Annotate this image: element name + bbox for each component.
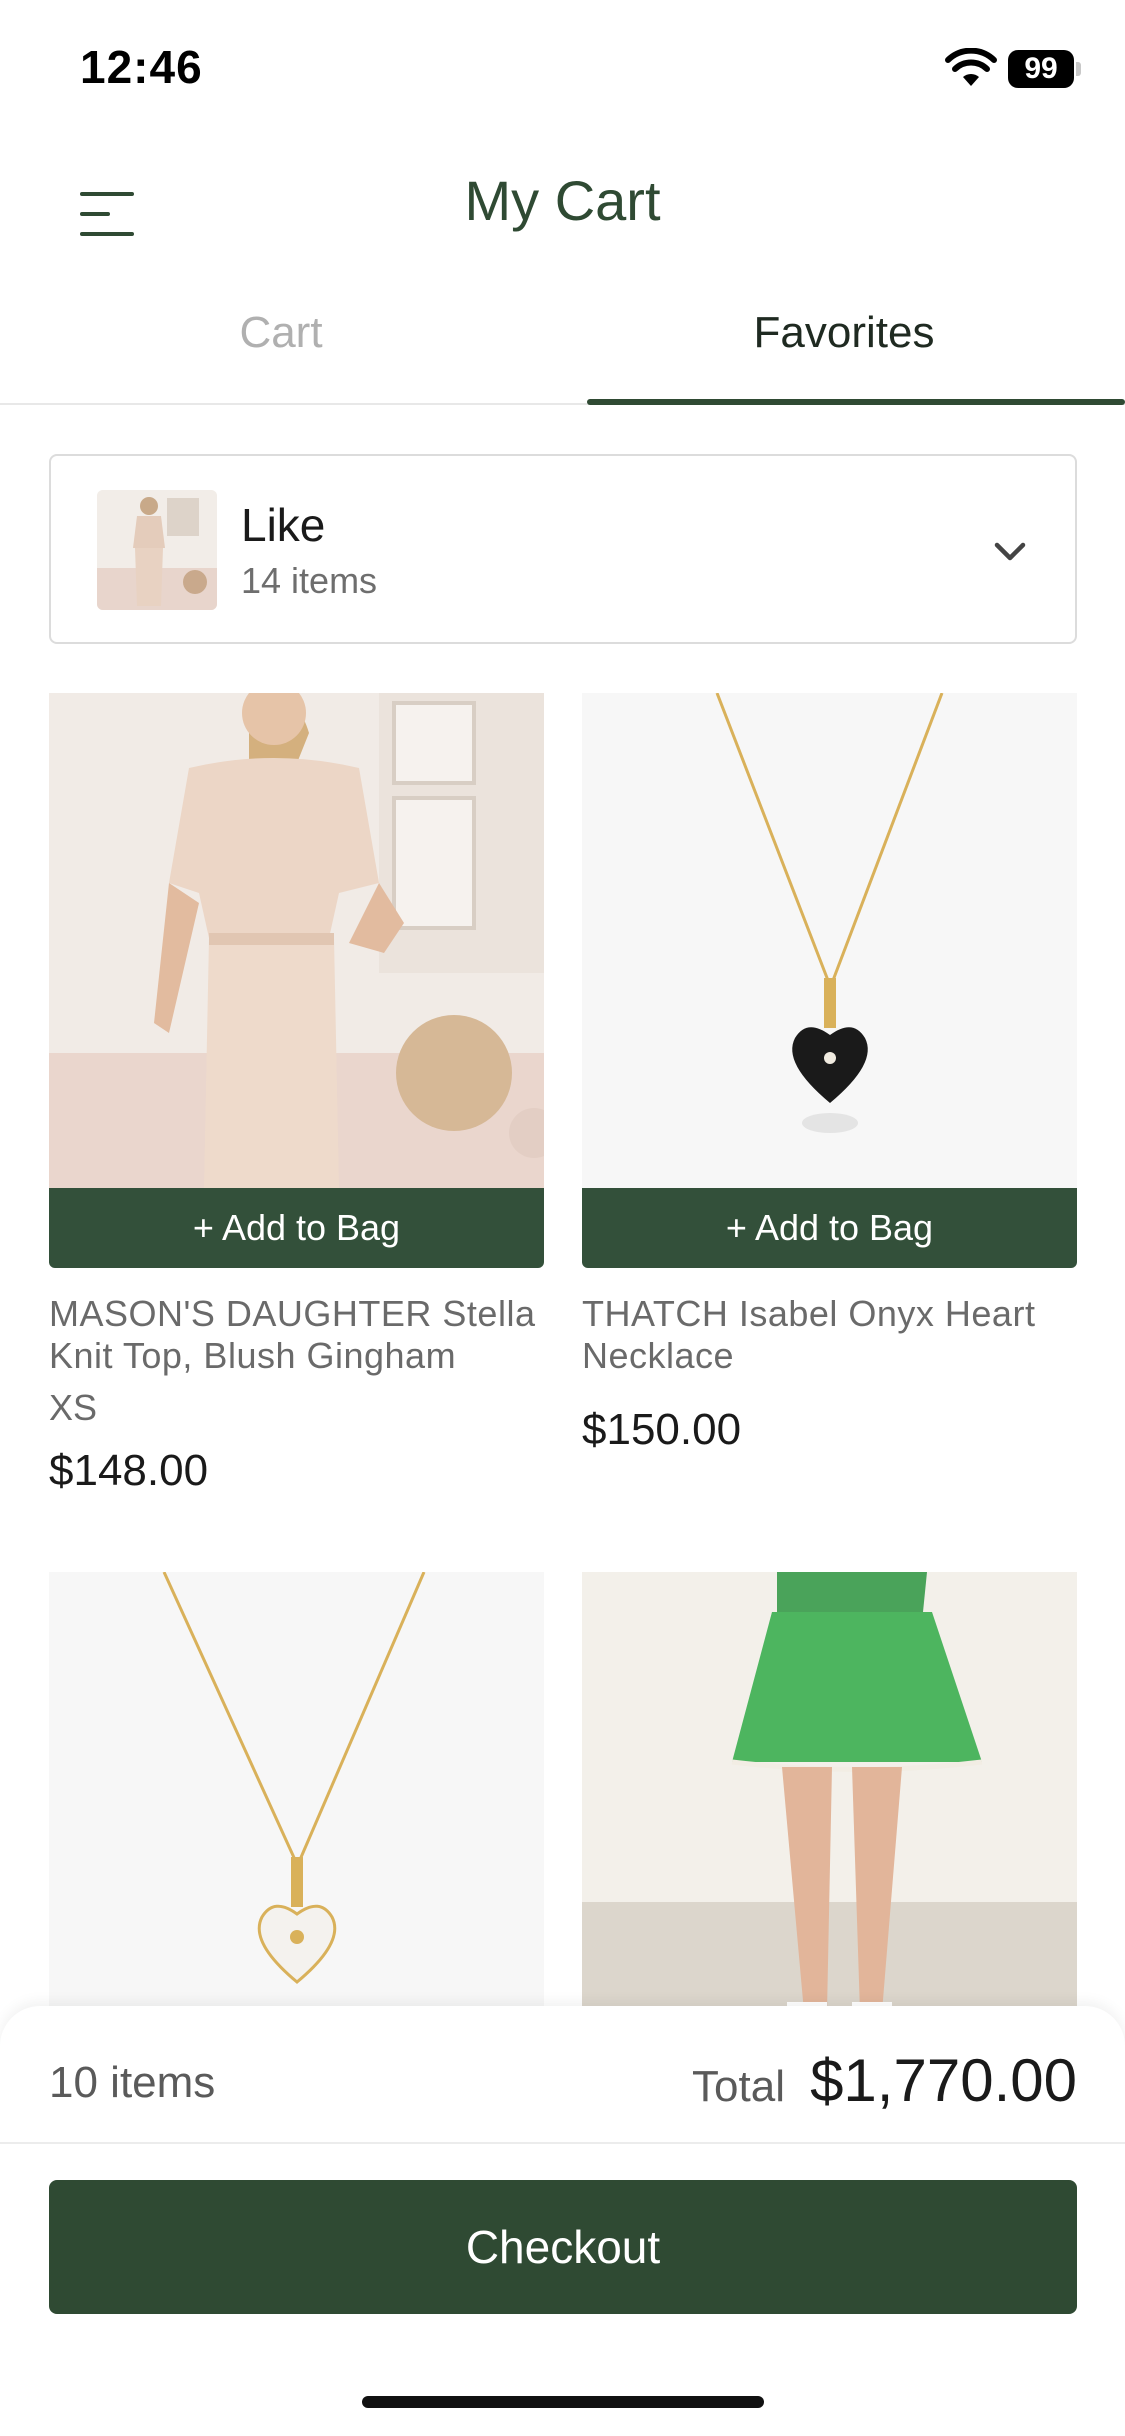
battery-icon: 99 <box>1008 50 1074 88</box>
product-image[interactable] <box>582 693 1077 1188</box>
product-card[interactable] <box>582 1572 1077 2067</box>
product-image[interactable] <box>49 1572 544 2067</box>
add-to-bag-button[interactable]: + Add to Bag <box>49 1188 544 1268</box>
list-title: Like <box>241 499 326 551</box>
product-price: $150.00 <box>582 1405 742 1454</box>
cart-item-count: 10 items <box>49 2058 216 2107</box>
total-label: Total <box>692 2062 785 2111</box>
wifi-icon <box>945 48 997 86</box>
product-image[interactable] <box>582 1572 1077 2067</box>
product-card[interactable]: + Add to Bag THATCH Isabel Onyx Heart Ne… <box>582 693 1077 1513</box>
add-to-bag-button[interactable]: + Add to Bag <box>582 1188 1077 1268</box>
status-bar: 12:46 99 <box>0 0 1125 130</box>
product-name[interactable]: THATCH Isabel Onyx Heart Necklace <box>582 1293 1077 1377</box>
header: My Cart <box>0 150 1125 250</box>
product-size: XS <box>49 1387 98 1428</box>
page-title: My Cart <box>464 169 661 232</box>
product-name[interactable]: MASON'S DAUGHTER Stella Knit Top, Blush … <box>49 1293 544 1377</box>
list-thumbnail <box>97 490 217 610</box>
favorites-list-selector[interactable]: Like 14 items <box>49 454 1077 644</box>
total-amount: $1,770.00 <box>810 2047 1077 2114</box>
home-indicator[interactable] <box>362 2396 764 2408</box>
list-item-count: 14 items <box>241 560 378 601</box>
battery-tip <box>1076 62 1081 76</box>
chevron-down-icon[interactable] <box>993 534 1027 568</box>
tab-cart[interactable]: Cart <box>0 290 562 403</box>
tab-bar: Cart Favorites <box>0 290 1125 405</box>
product-card[interactable] <box>49 1572 544 2067</box>
tab-favorites[interactable]: Favorites <box>563 290 1125 403</box>
product-card[interactable]: + Add to Bag MASON'S DAUGHTER Stella Kni… <box>49 693 544 1513</box>
checkout-button[interactable]: Checkout <box>49 2180 1077 2314</box>
status-time: 12:46 <box>80 41 203 93</box>
active-tab-indicator <box>587 399 1125 405</box>
checkout-summary: 10 items Total $1,770.00 Checkout <box>0 2006 1125 2436</box>
divider <box>0 2142 1125 2144</box>
product-image[interactable] <box>49 693 544 1188</box>
product-price: $148.00 <box>49 1446 209 1495</box>
